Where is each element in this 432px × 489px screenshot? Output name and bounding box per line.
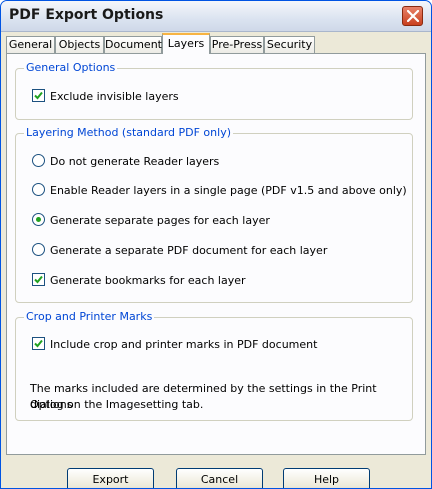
checkbox-box[interactable]	[32, 273, 45, 286]
radio-circle-selected[interactable]	[32, 213, 45, 226]
radio-separate-pages[interactable]: Generate separate pages for each layer	[32, 213, 270, 227]
tab-security[interactable]: Security	[264, 36, 315, 53]
radio-label: Enable Reader layers in a single page (P…	[50, 184, 407, 197]
radio-label: Generate separate pages for each layer	[50, 214, 270, 227]
include-crop-marks-checkbox[interactable]: Include crop and printer marks in PDF do…	[32, 337, 317, 351]
radio-single-page-layers[interactable]: Enable Reader layers in a single page (P…	[32, 183, 407, 197]
checkbox-box[interactable]	[32, 89, 45, 102]
layering-method-group: Layering Method (standard PDF only) Do n…	[15, 126, 413, 303]
export-button[interactable]: Export	[67, 468, 154, 488]
radio-no-reader-layers[interactable]: Do not generate Reader layers	[32, 154, 219, 168]
general-options-group: General Options Exclude invisible layers	[15, 61, 413, 120]
title-bar[interactable]: PDF Export Options	[1, 1, 431, 32]
radio-separate-documents[interactable]: Generate a separate PDF document for eac…	[32, 243, 327, 257]
general-options-title: General Options	[24, 61, 118, 74]
tab-objects[interactable]: Objects	[55, 36, 104, 53]
layering-method-title: Layering Method (standard PDF only)	[24, 126, 233, 139]
tab-document[interactable]: Document	[104, 36, 162, 53]
exclude-invisible-checkbox[interactable]: Exclude invisible layers	[32, 89, 179, 103]
cancel-button[interactable]: Cancel	[176, 468, 263, 488]
radio-circle[interactable]	[32, 183, 45, 196]
tab-layers[interactable]: Layers	[162, 33, 210, 54]
crop-marks-note-line-2: dialog on the Imagesetting tab.	[30, 398, 204, 411]
radio-circle[interactable]	[32, 154, 45, 167]
help-button[interactable]: Help	[283, 468, 370, 488]
bookmarks-checkbox[interactable]: Generate bookmarks for each layer	[32, 273, 246, 287]
close-x-icon	[407, 10, 419, 22]
crop-marks-group: Crop and Printer Marks Include crop and …	[15, 310, 413, 421]
checkmark-icon	[34, 339, 43, 348]
exclude-invisible-label: Exclude invisible layers	[50, 90, 179, 103]
radio-dot	[36, 217, 41, 222]
radio-label: Do not generate Reader layers	[50, 155, 220, 168]
crop-marks-title: Crop and Printer Marks	[24, 310, 155, 323]
checkmark-icon	[34, 91, 43, 100]
bookmarks-label: Generate bookmarks for each layer	[50, 274, 246, 287]
tab-general[interactable]: General	[6, 36, 55, 53]
close-button[interactable]	[402, 6, 423, 26]
checkbox-box[interactable]	[32, 337, 45, 350]
radio-label: Generate a separate PDF document for eac…	[50, 244, 328, 257]
checkmark-icon	[34, 275, 43, 284]
tab-pre-press[interactable]: Pre-Press	[210, 36, 264, 53]
window-title: PDF Export Options	[9, 7, 164, 23]
dialog-window: PDF Export Options General Objects Docum…	[0, 0, 432, 489]
radio-circle[interactable]	[32, 243, 45, 256]
include-crop-marks-label: Include crop and printer marks in PDF do…	[50, 338, 318, 351]
layers-tab-panel: General Options Exclude invisible layers…	[6, 53, 426, 455]
dialog-content: General Objects Document Layers Pre-Pres…	[1, 32, 431, 488]
